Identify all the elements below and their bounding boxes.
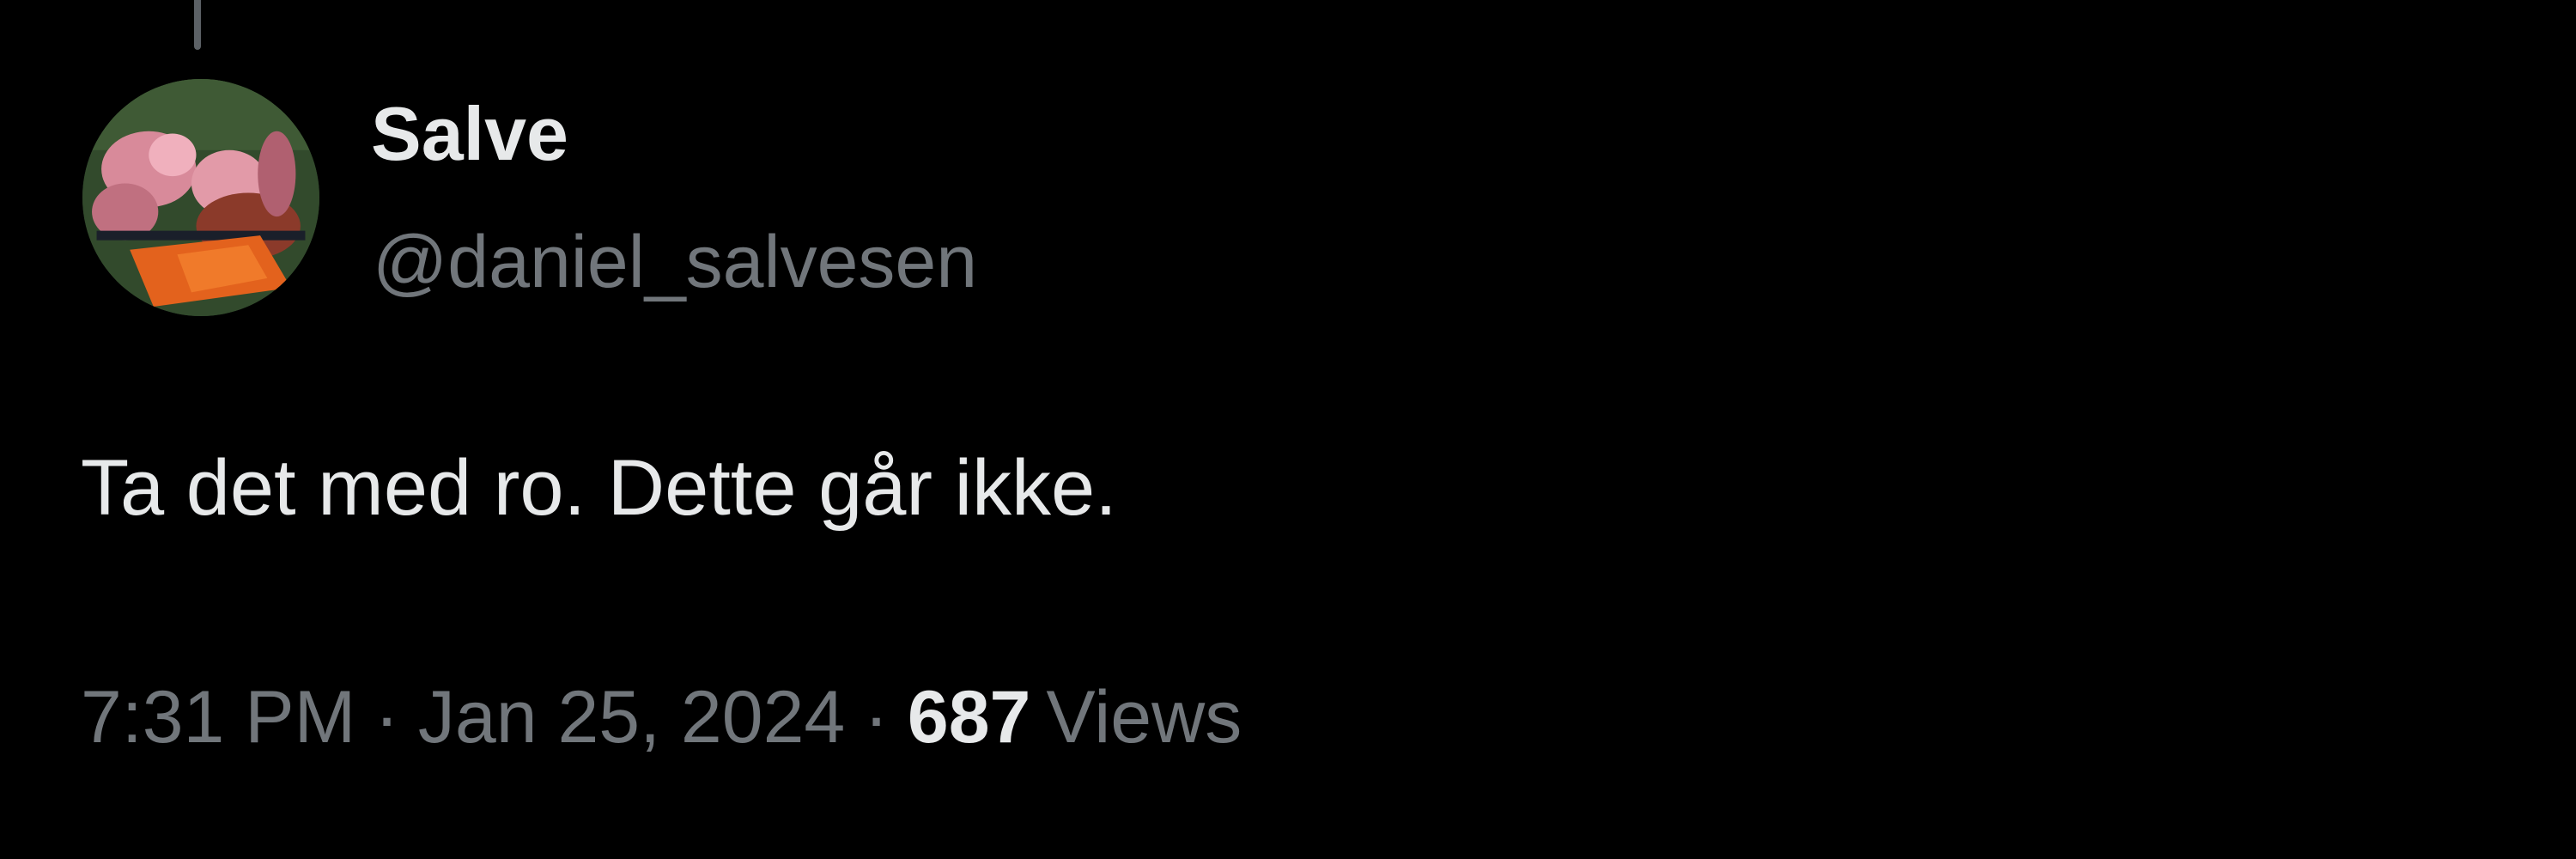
avatar[interactable] [82, 79, 319, 316]
separator-dot: · [374, 676, 399, 758]
tweet-text: Ta det med ro. Dette går ikke. [81, 444, 1117, 532]
thread-connector-line [194, 0, 201, 50]
tweet-metadata: 7:31 PM · Jan 25, 2024 · 687 Views [81, 680, 1242, 754]
separator-dot: · [864, 676, 889, 758]
author-display-name[interactable]: Salve [371, 96, 568, 172]
tweet-time[interactable]: 7:31 PM [81, 676, 355, 758]
views-label[interactable]: Views [1030, 676, 1242, 758]
tweet-date[interactable]: Jan 25, 2024 [418, 676, 845, 758]
views-count[interactable]: 687 [908, 676, 1031, 758]
profile-photo-icon [82, 79, 319, 316]
author-handle[interactable]: @daniel_salvesen [373, 225, 977, 299]
